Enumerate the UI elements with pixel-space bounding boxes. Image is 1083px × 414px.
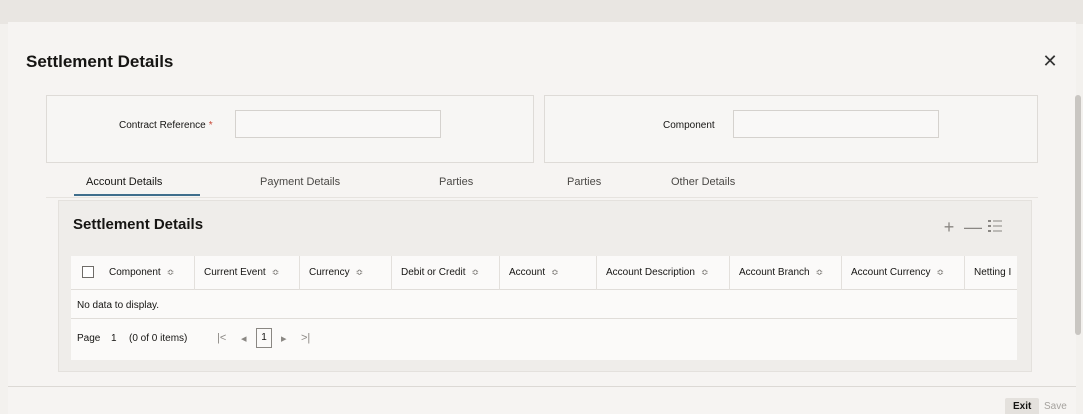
sort-icon: ≎ — [936, 267, 945, 277]
sort-icon: ≎ — [355, 267, 364, 277]
tab-payment-details[interactable]: Payment Details — [260, 176, 340, 188]
empty-message: No data to display. — [77, 300, 160, 311]
items-count: (0 of 0 items) — [129, 333, 188, 344]
save-button[interactable]: Save — [1036, 398, 1075, 414]
col-current-event[interactable]: Current Event ≎ — [204, 267, 279, 278]
minus-icon[interactable]: — — [964, 218, 982, 236]
sort-icon: ≎ — [271, 267, 280, 277]
select-all-checkbox[interactable] — [82, 266, 94, 278]
col-account-branch[interactable]: Account Branch ≎ — [739, 267, 823, 278]
col-account-description[interactable]: Account Description ≎ — [606, 267, 708, 278]
contract-reference-label: Contract Reference * — [119, 120, 213, 131]
col-account-currency[interactable]: Account Currency ≎ — [851, 267, 944, 278]
sort-icon: ≎ — [166, 267, 175, 277]
component-panel: Component — [544, 95, 1038, 163]
contract-reference-panel: Contract Reference * — [46, 95, 534, 163]
col-debit-or-credit[interactable]: Debit or Credit ≎ — [401, 267, 479, 278]
close-icon[interactable]: ✕ — [1042, 52, 1058, 70]
active-tab-indicator — [74, 194, 200, 196]
component-input[interactable] — [733, 110, 939, 138]
pagination-bar: Page 1 (0 of 0 items) |< ◂ 1 ▸ >| — [71, 318, 1017, 360]
settlement-grid: Component ≎ Current Event ≎ Currency ≎ Debi… — [71, 256, 1017, 360]
page-number-input[interactable]: 1 — [111, 333, 117, 344]
tab-divider — [46, 197, 1038, 198]
next-page-icon[interactable]: ▸ — [281, 332, 287, 345]
tab-parties-2[interactable]: Parties — [567, 176, 601, 188]
col-account[interactable]: Account ≎ — [509, 267, 559, 278]
component-label: Component — [663, 120, 715, 131]
sort-icon: ≎ — [815, 267, 824, 277]
prev-page-icon[interactable]: ◂ — [241, 332, 247, 345]
top-band — [0, 0, 1083, 24]
scrollbar[interactable] — [1075, 95, 1081, 335]
footer-divider — [8, 386, 1076, 387]
col-component[interactable]: Component ≎ — [109, 267, 174, 278]
page-label: Page — [77, 333, 101, 344]
section-title: Settlement Details — [73, 216, 204, 233]
sort-icon: ≎ — [551, 267, 559, 277]
last-page-icon[interactable]: >| — [301, 332, 310, 344]
col-netting[interactable]: Netting I — [974, 267, 1011, 278]
grid-header: Component ≎ Current Event ≎ Currency ≎ Debi… — [71, 256, 1017, 290]
settlement-details-card: Settlement Details + — Component ≎ Curren… — [58, 200, 1032, 372]
sort-icon: ≎ — [471, 267, 480, 277]
plus-icon[interactable]: + — [941, 218, 957, 236]
current-page-button[interactable]: 1 — [256, 328, 272, 348]
exit-button[interactable]: Exit — [1005, 398, 1040, 414]
tab-parties[interactable]: Parties — [439, 176, 473, 188]
tab-account-details[interactable]: Account Details — [86, 176, 162, 188]
dialog-title: Settlement Details — [26, 52, 174, 71]
contract-reference-input[interactable] — [235, 110, 441, 138]
col-currency[interactable]: Currency ≎ — [309, 267, 363, 278]
sort-icon: ≎ — [700, 267, 709, 277]
list-icon[interactable] — [987, 219, 1003, 235]
first-page-icon[interactable]: |< — [217, 332, 226, 344]
tab-bar: Account Details Payment Details Parties … — [74, 172, 994, 198]
tab-other-details[interactable]: Other Details — [671, 176, 735, 188]
required-marker: * — [208, 120, 213, 131]
